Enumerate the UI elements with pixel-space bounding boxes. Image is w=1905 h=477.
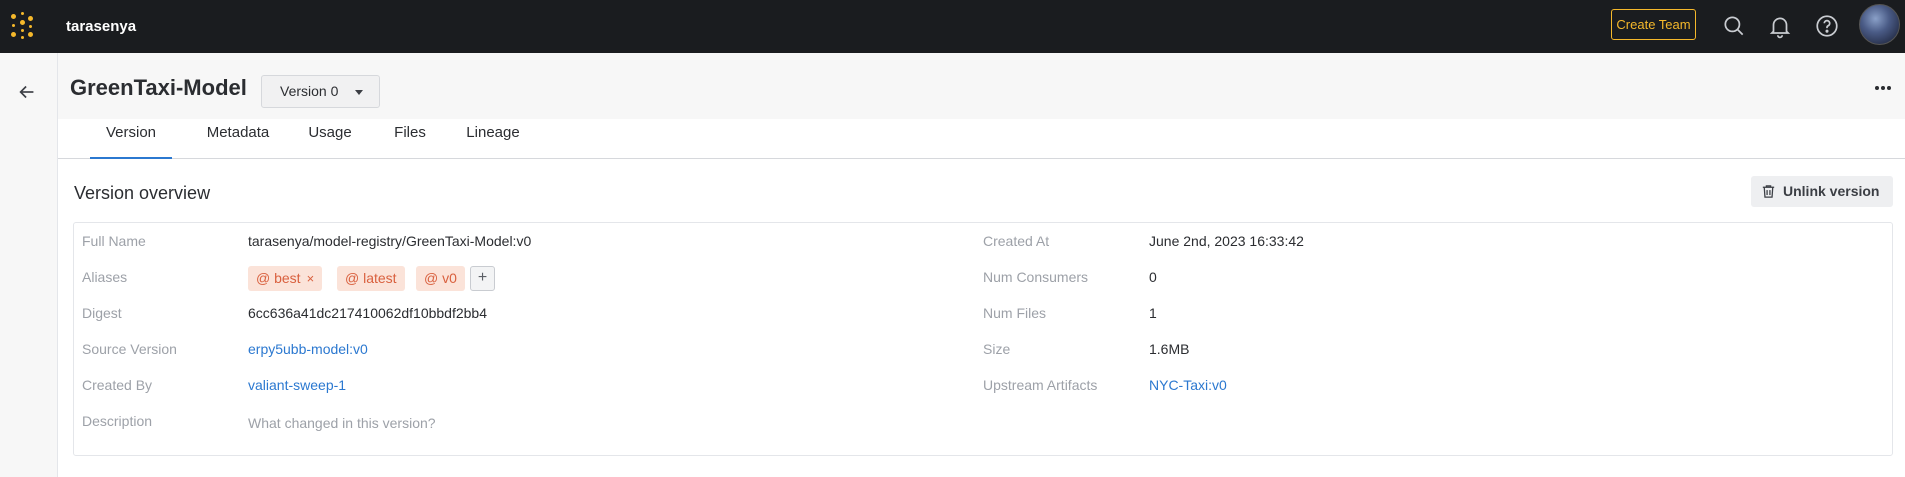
close-icon[interactable]: × bbox=[307, 271, 315, 286]
unlink-version-button[interactable]: Unlink version bbox=[1751, 176, 1893, 207]
help-icon[interactable] bbox=[1814, 13, 1840, 39]
tab-usage[interactable]: Usage bbox=[294, 119, 366, 159]
version-details-panel: Full Name tarasenya/model-registry/Green… bbox=[73, 222, 1893, 456]
left-rail bbox=[0, 53, 58, 477]
num-consumers-value: 0 bbox=[1149, 269, 1157, 285]
created-by-link[interactable]: valiant-sweep-1 bbox=[248, 377, 346, 393]
source-version-label: Source Version bbox=[82, 341, 177, 357]
add-alias-button[interactable]: + bbox=[470, 266, 495, 291]
aliases-label: Aliases bbox=[82, 269, 128, 285]
alias-tag-label: @ best bbox=[256, 270, 301, 286]
version-dropdown[interactable]: Version 0 bbox=[261, 75, 380, 108]
digest-value: 6cc636a41dc217410062df10bbdf2bb4 bbox=[248, 305, 488, 321]
created-at-value: June 2nd, 2023 16:33:42 bbox=[1149, 233, 1304, 249]
more-options-icon[interactable] bbox=[1875, 84, 1893, 92]
search-icon[interactable] bbox=[1721, 13, 1747, 39]
version-dropdown-label: Version 0 bbox=[280, 83, 339, 99]
tab-lineage[interactable]: Lineage bbox=[452, 119, 534, 159]
tab-metadata[interactable]: Metadata bbox=[197, 119, 279, 159]
unlink-version-label: Unlink version bbox=[1783, 183, 1880, 199]
alias-tag-v0[interactable]: @ v0 bbox=[416, 266, 465, 291]
upstream-artifacts-link[interactable]: NYC-Taxi:v0 bbox=[1149, 377, 1227, 393]
size-value: 1.6MB bbox=[1149, 341, 1190, 357]
digest-label: Digest bbox=[82, 305, 122, 321]
full-name-value: tarasenya/model-registry/GreenTaxi-Model… bbox=[248, 233, 532, 249]
top-nav-bar: tarasenya Create Team bbox=[0, 0, 1905, 53]
avatar[interactable] bbox=[1859, 4, 1900, 45]
num-files-label: Num Files bbox=[983, 305, 1047, 321]
alias-tag-best[interactable]: @ best × bbox=[248, 266, 323, 291]
username-label[interactable]: tarasenya bbox=[66, 0, 136, 53]
size-label: Size bbox=[983, 341, 1011, 357]
bell-icon[interactable] bbox=[1767, 13, 1793, 39]
description-label: Description bbox=[82, 413, 153, 429]
content-panel: Version Metadata Usage Files Lineage Ver… bbox=[58, 119, 1905, 477]
created-at-label: Created At bbox=[983, 233, 1050, 249]
back-arrow-icon[interactable] bbox=[16, 81, 38, 103]
caret-down-icon bbox=[355, 90, 363, 95]
source-version-link[interactable]: erpy5ubb-model:v0 bbox=[248, 341, 368, 357]
full-name-label: Full Name bbox=[82, 233, 146, 249]
created-by-label: Created By bbox=[82, 377, 153, 393]
trash-icon bbox=[1762, 185, 1775, 198]
tab-version[interactable]: Version bbox=[90, 119, 172, 159]
create-team-button[interactable]: Create Team bbox=[1611, 9, 1696, 40]
alias-tag-latest[interactable]: @ latest bbox=[337, 266, 405, 291]
upstream-artifacts-label: Upstream Artifacts bbox=[983, 377, 1098, 393]
tab-files[interactable]: Files bbox=[380, 119, 440, 159]
num-files-value: 1 bbox=[1149, 305, 1157, 321]
grid-logo-icon[interactable] bbox=[11, 12, 39, 40]
tab-bar: Version Metadata Usage Files Lineage bbox=[58, 119, 1905, 159]
num-consumers-label: Num Consumers bbox=[983, 269, 1089, 285]
page-title: GreenTaxi-Model bbox=[70, 75, 247, 100]
section-title: Version overview bbox=[74, 183, 211, 203]
description-input[interactable]: What changed in this version? bbox=[248, 415, 436, 431]
main-area: GreenTaxi-Model Version 0 Version Metada… bbox=[58, 53, 1905, 477]
